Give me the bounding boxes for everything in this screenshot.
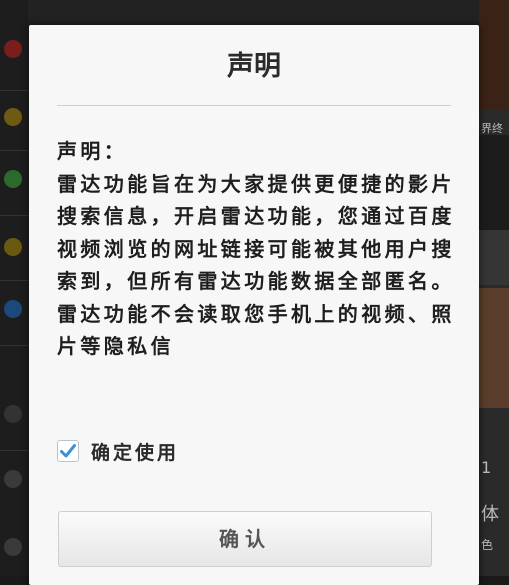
background-poster	[479, 288, 509, 408]
background-divider	[0, 215, 28, 216]
background-divider	[0, 150, 28, 151]
background-poster	[479, 135, 509, 230]
background-divider	[0, 450, 28, 451]
background-icon	[4, 470, 22, 488]
background-text: 体	[481, 504, 499, 525]
content-body: 雷达功能旨在为大家提供更便捷的影片搜索信息，开启雷达功能，您通过百度视频浏览的网…	[57, 171, 455, 359]
background-divider	[0, 90, 28, 91]
background-icon	[4, 538, 22, 556]
background-text: 1	[481, 458, 492, 477]
background-icon	[4, 108, 22, 126]
background-icon	[4, 170, 22, 188]
disclaimer-dialog: 声明 声明： 雷达功能旨在为大家提供更便捷的影片搜索信息，开启雷达功能，您通过百…	[29, 25, 479, 585]
background-search-area	[479, 230, 509, 285]
background-divider	[0, 345, 28, 346]
background-poster	[479, 0, 509, 110]
background-icon	[4, 238, 22, 256]
background-icon	[4, 405, 22, 423]
confirm-use-checkbox[interactable]	[57, 440, 79, 462]
background-icon	[4, 300, 22, 318]
checkmark-icon	[60, 444, 76, 458]
background-right-strip: 界终 1 体 色	[479, 0, 509, 576]
confirm-use-checkbox-row[interactable]: 确定使用	[57, 436, 179, 466]
dialog-content[interactable]: 声明： 雷达功能旨在为大家提供更便捷的影片搜索信息，开启雷达功能，您通过百度视频…	[57, 135, 457, 397]
dialog-title: 声明	[227, 51, 281, 82]
background-icon	[4, 40, 22, 58]
title-divider	[57, 105, 451, 106]
background-text: 色	[481, 538, 494, 552]
background-left-strip	[0, 0, 28, 576]
checkbox-label: 确定使用	[91, 441, 180, 464]
confirm-button[interactable]: 确认	[58, 511, 432, 567]
background-text: 界终	[481, 122, 503, 135]
background-divider	[0, 280, 28, 281]
content-heading: 声明：	[57, 139, 128, 163]
